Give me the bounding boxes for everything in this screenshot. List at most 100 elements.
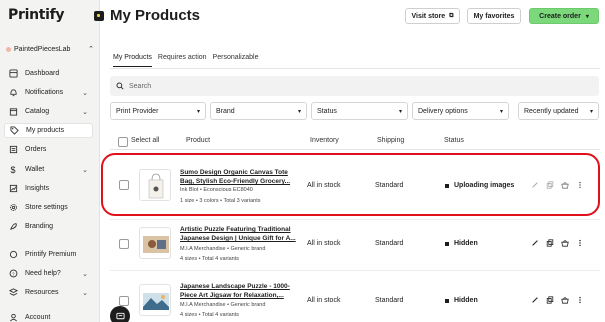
product-thumbnail[interactable] [139, 227, 171, 259]
svg-text:?: ? [12, 271, 15, 276]
row-checkbox[interactable] [119, 296, 129, 306]
duplicate-icon[interactable] [543, 239, 556, 247]
sidebar-item-catalog[interactable]: Catalog ⌄ [4, 104, 93, 119]
tag-icon [9, 126, 19, 136]
inventory-value: All in stock [307, 240, 341, 247]
printify-logo[interactable]: Printify [8, 7, 65, 23]
chevron-down-icon: ⌄ [82, 270, 88, 278]
publish-icon[interactable] [558, 296, 571, 304]
tab-personalizable[interactable]: Personalizable [213, 54, 259, 67]
status-filter[interactable]: Status ▾ [311, 102, 408, 120]
row-checkbox[interactable] [119, 239, 129, 249]
my-favorites-button[interactable]: My favorites [467, 8, 521, 24]
create-order-button[interactable]: Create order ▾ [529, 8, 599, 24]
gear-icon [8, 203, 18, 213]
chevron-down-icon: ▾ [398, 108, 402, 115]
inventory-value: All in stock [307, 297, 341, 304]
sidebar-item-resources[interactable]: Resources ⌄ [4, 285, 93, 300]
select-all-checkbox[interactable] [118, 137, 128, 147]
visit-store-button[interactable]: Visit store ⧉ [405, 8, 460, 24]
more-icon[interactable] [573, 296, 586, 304]
row-actions [528, 296, 588, 304]
print-provider-filter[interactable]: Print Provider ▾ [110, 102, 206, 120]
duplicate-icon[interactable] [543, 296, 556, 304]
sort-select[interactable]: Recently updated ▾ [518, 102, 599, 120]
chevron-down-icon: ▾ [499, 108, 503, 115]
edit-icon[interactable] [528, 239, 541, 247]
sidebar-item-label: Wallet [25, 166, 45, 173]
sidebar-item-account[interactable]: Account [4, 310, 93, 322]
chat-button[interactable] [110, 306, 130, 322]
chevron-down-icon: ▾ [297, 108, 301, 115]
status-indicator [445, 298, 449, 303]
delivery-options-filter[interactable]: Delivery options ▾ [412, 102, 509, 120]
shipping-value: Standard [375, 297, 404, 304]
row-actions [528, 239, 588, 247]
sidebar-item-label: Notifications [25, 89, 64, 96]
landscape-puzzle-image [143, 293, 169, 310]
sidebar-item-orders[interactable]: Orders [4, 142, 93, 157]
chevron-down-icon: ▾ [589, 108, 593, 115]
publish-icon[interactable] [558, 239, 571, 247]
brand-filter[interactable]: Brand ▾ [210, 102, 307, 120]
row-divider [110, 270, 600, 271]
sidebar-item-label: Account [25, 314, 51, 321]
edit-icon[interactable] [528, 296, 541, 304]
filter-label: Delivery options [418, 107, 468, 115]
column-inventory: Inventory [310, 137, 339, 144]
branding-icon [8, 222, 18, 232]
external-link-icon: ⧉ [449, 12, 454, 19]
sidebar-item-store-settings[interactable]: Store settings [4, 200, 93, 215]
status-indicator [445, 241, 449, 246]
sidebar-item-label: Branding [25, 223, 54, 230]
sidebar-item-printify-premium[interactable]: Printify Premium [4, 247, 93, 262]
sidebar-item-label: Dashboard [25, 70, 60, 77]
status-label: Hidden [454, 297, 478, 304]
sidebar-item-label: My products [26, 127, 65, 134]
account-icon [8, 313, 18, 322]
sidebar-item-my-products[interactable]: My products [4, 123, 93, 138]
status-badge: Hidden [445, 240, 478, 247]
sidebar-item-branding[interactable]: Branding [4, 219, 93, 234]
chat-icon [115, 312, 125, 319]
catalog-icon [8, 107, 18, 117]
sidebar-item-insights[interactable]: Insights [4, 181, 93, 196]
help-icon: ? [8, 269, 18, 279]
chevron-down-icon: ▾ [196, 108, 200, 115]
product-tabs: My Products Requires action Personalizab… [113, 54, 264, 67]
product-title[interactable]: Japanese Landscape Puzzle - 1000-Piece A… [180, 282, 300, 300]
row-divider [110, 219, 600, 220]
product-brand: M.I.A Merchandise • Generic brand [180, 246, 266, 252]
sidebar-item-need-help[interactable]: ? Need help? ⌄ [4, 266, 93, 281]
product-brand: M.I.A Merchandise • Generic brand [180, 302, 266, 308]
search-placeholder: Search [129, 82, 152, 90]
sidebar-item-label: Store settings [25, 204, 68, 211]
bell-icon [8, 88, 18, 98]
table-header-divider [110, 149, 600, 150]
sidebar-toggle-button[interactable] [94, 11, 104, 21]
product-title[interactable]: Artistic Puzzle Featuring Traditional Ja… [180, 225, 300, 243]
store-avatar [6, 46, 11, 52]
search-input[interactable]: Search [110, 76, 599, 96]
sidebar-item-wallet[interactable]: $ Wallet ⌄ [4, 162, 93, 177]
store-name: PaintedPiecesLab [14, 45, 71, 53]
tab-requires-action[interactable]: Requires action [158, 54, 207, 67]
page-title: My Products [110, 7, 201, 24]
column-product: Product [186, 137, 211, 144]
visit-store-label: Visit store [411, 12, 446, 20]
store-selector[interactable]: PaintedPiecesLab ⌃ [6, 43, 94, 55]
sidebar-item-dashboard[interactable]: Dashboard [4, 66, 93, 81]
tab-my-products[interactable]: My Products [113, 54, 152, 67]
select-all-label[interactable]: Select all [131, 137, 159, 144]
crown-icon [8, 250, 18, 260]
chevron-down-icon: ⌄ [82, 166, 88, 174]
puzzle-image [143, 236, 169, 253]
sidebar-item-notifications[interactable]: Notifications ⌄ [4, 85, 93, 100]
product-thumbnail[interactable] [139, 284, 171, 316]
column-status: Status [444, 137, 464, 144]
tabs-divider [110, 68, 600, 69]
more-icon[interactable] [573, 239, 586, 247]
sidebar-item-label: Insights [25, 185, 50, 192]
create-order-label: Create order [539, 12, 581, 20]
shipping-value: Standard [375, 240, 404, 247]
